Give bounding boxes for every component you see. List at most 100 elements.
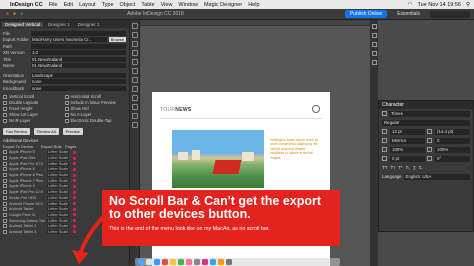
pages-indicator-icon[interactable]	[73, 167, 76, 171]
title-field[interactable]: 01.NewZealand	[31, 56, 126, 62]
superscript-icon[interactable]: T¹	[398, 165, 402, 170]
knockback-select[interactable]: none	[31, 85, 126, 91]
pages-indicator-icon[interactable]	[73, 190, 76, 194]
review-all-button[interactable]: Review All	[34, 127, 59, 135]
tab-designer-2[interactable]: Designer 1	[75, 22, 103, 27]
menu-edit[interactable]: Edit	[64, 2, 73, 8]
export-rule-select[interactable]: Letter Scale	[47, 224, 69, 229]
menu-window[interactable]: Window	[178, 2, 198, 8]
finder-icon[interactable]	[138, 259, 144, 265]
illustrator-dock-icon[interactable]	[218, 259, 224, 265]
tab-designer-1[interactable]: Designer 1	[45, 22, 73, 27]
fan-review-button[interactable]: Fan Review	[3, 127, 31, 135]
device-checkbox[interactable]	[3, 173, 7, 178]
baseline-shift-field[interactable]: 0 pt	[390, 155, 425, 162]
pages-indicator-icon[interactable]	[73, 196, 76, 200]
pencil-tool-icon[interactable]	[132, 77, 138, 83]
checkbox-box[interactable]	[64, 112, 69, 117]
export-rule-select[interactable]: Letter Scale	[47, 156, 69, 161]
menu-table[interactable]: Table	[141, 2, 154, 8]
publish-online-button[interactable]: Publish Online	[344, 10, 388, 18]
search-icon[interactable]: ⚲	[466, 2, 470, 8]
leading-field[interactable]: (14.4 pt)	[435, 128, 470, 135]
workspace-switcher[interactable]: Essentials	[397, 11, 420, 17]
pages-panel-icon[interactable]	[371, 24, 377, 29]
wellington-photo[interactable]	[172, 130, 264, 188]
line-tool-icon[interactable]	[132, 59, 138, 65]
type-tool-icon[interactable]	[132, 50, 138, 56]
device-checkbox[interactable]	[3, 184, 7, 189]
language-select[interactable]: English: USA	[403, 173, 470, 180]
checkbox-box[interactable]	[64, 118, 69, 123]
version-field[interactable]: 1.0	[31, 50, 126, 56]
checkbox-box[interactable]	[3, 118, 7, 123]
hand-tool-icon[interactable]	[132, 113, 138, 119]
clock[interactable]: Tue Nov 14 19:56	[417, 2, 461, 8]
pages-indicator-icon[interactable]	[73, 179, 76, 183]
device-checkbox[interactable]	[3, 156, 7, 161]
launchpad-icon[interactable]	[146, 259, 152, 265]
export-rule-select[interactable]: Letter Scale	[47, 167, 69, 172]
checkbox-box[interactable]	[3, 106, 7, 111]
wifi-icon[interactable]: ◠	[408, 2, 413, 8]
menu-file[interactable]: File	[49, 2, 58, 8]
zoom-window-icon[interactable]: ●	[20, 11, 23, 17]
font-style-select[interactable]: Regular	[382, 119, 470, 126]
device-checkbox[interactable]	[3, 161, 7, 166]
browse-button[interactable]: Browse	[108, 37, 126, 43]
zoom-tool-icon[interactable]	[132, 122, 138, 128]
skew-field[interactable]: 0°	[435, 155, 470, 162]
notes-icon[interactable]	[170, 259, 176, 265]
checkbox-double-tap[interactable]: Electronic Double-Tap	[64, 118, 127, 124]
menu-layout[interactable]: Layout	[79, 2, 96, 8]
safari-icon[interactable]	[154, 259, 160, 265]
direct-selection-tool-icon[interactable]	[132, 32, 138, 38]
file-field[interactable]	[31, 30, 126, 36]
preview-button[interactable]: Preview	[62, 127, 83, 135]
pages-indicator-icon[interactable]	[73, 156, 76, 160]
export-rule-select[interactable]: Letter Scale	[47, 218, 69, 223]
export-rule-select[interactable]: Letter Scale	[47, 161, 69, 166]
pages-indicator-icon[interactable]	[73, 150, 76, 154]
all-caps-icon[interactable]: TT	[382, 165, 388, 170]
minimize-window-icon[interactable]: ●	[13, 11, 16, 17]
export-rule-select[interactable]: Letter Scale	[47, 195, 69, 200]
export-rule-select[interactable]: Letter Scale	[47, 207, 69, 212]
device-checkbox[interactable]	[3, 229, 7, 234]
checkbox-box[interactable]	[3, 100, 7, 105]
font-size-field[interactable]: 12 pt	[390, 128, 425, 135]
selection-tool-icon[interactable]	[132, 23, 138, 29]
close-window-icon[interactable]: ●	[6, 11, 9, 17]
small-caps-icon[interactable]: Tᴛ	[391, 165, 396, 170]
menu-help[interactable]: Help	[248, 2, 259, 8]
stroke-panel-icon[interactable]	[371, 51, 377, 56]
checkbox-no-r-layer[interactable]: No R-Layer	[3, 118, 65, 124]
vertical-scale-field[interactable]: 100%	[390, 146, 425, 153]
photoshop-dock-icon[interactable]	[210, 259, 216, 265]
export-rule-select[interactable]: Letter Scale	[47, 201, 69, 206]
device-checkbox[interactable]	[3, 178, 7, 183]
character-panel-header[interactable]: Character	[379, 101, 473, 109]
device-checkbox[interactable]	[3, 195, 7, 200]
device-checkbox[interactable]	[3, 150, 7, 155]
device-checkbox[interactable]	[3, 167, 7, 172]
music-icon[interactable]	[186, 259, 192, 265]
stock-search-input[interactable]	[430, 10, 470, 18]
menu-magic-designer[interactable]: Magic Designer	[204, 2, 242, 8]
device-checkbox[interactable]	[3, 201, 7, 206]
calendar-icon[interactable]	[162, 259, 168, 265]
underline-icon[interactable]: T̲	[413, 165, 416, 170]
scissors-tool-icon[interactable]	[132, 104, 138, 110]
export-rule-select[interactable]: Letter Scale	[47, 178, 69, 183]
export-rule-select[interactable]: Letter Scale	[47, 173, 69, 178]
pages-indicator-icon[interactable]	[73, 173, 76, 177]
checkbox-box[interactable]	[3, 112, 7, 117]
links-panel-icon[interactable]	[371, 42, 377, 47]
settings-icon[interactable]	[194, 259, 200, 265]
device-checkbox[interactable]	[3, 207, 7, 212]
layers-panel-icon[interactable]	[371, 33, 377, 38]
export-rule-select[interactable]: Letter Scale	[47, 212, 69, 217]
trash-icon[interactable]	[226, 259, 232, 265]
export-folder-field[interactable]: Mac/Harry Users Insomnia Cr...	[31, 37, 107, 43]
pages-indicator-icon[interactable]	[73, 202, 76, 206]
